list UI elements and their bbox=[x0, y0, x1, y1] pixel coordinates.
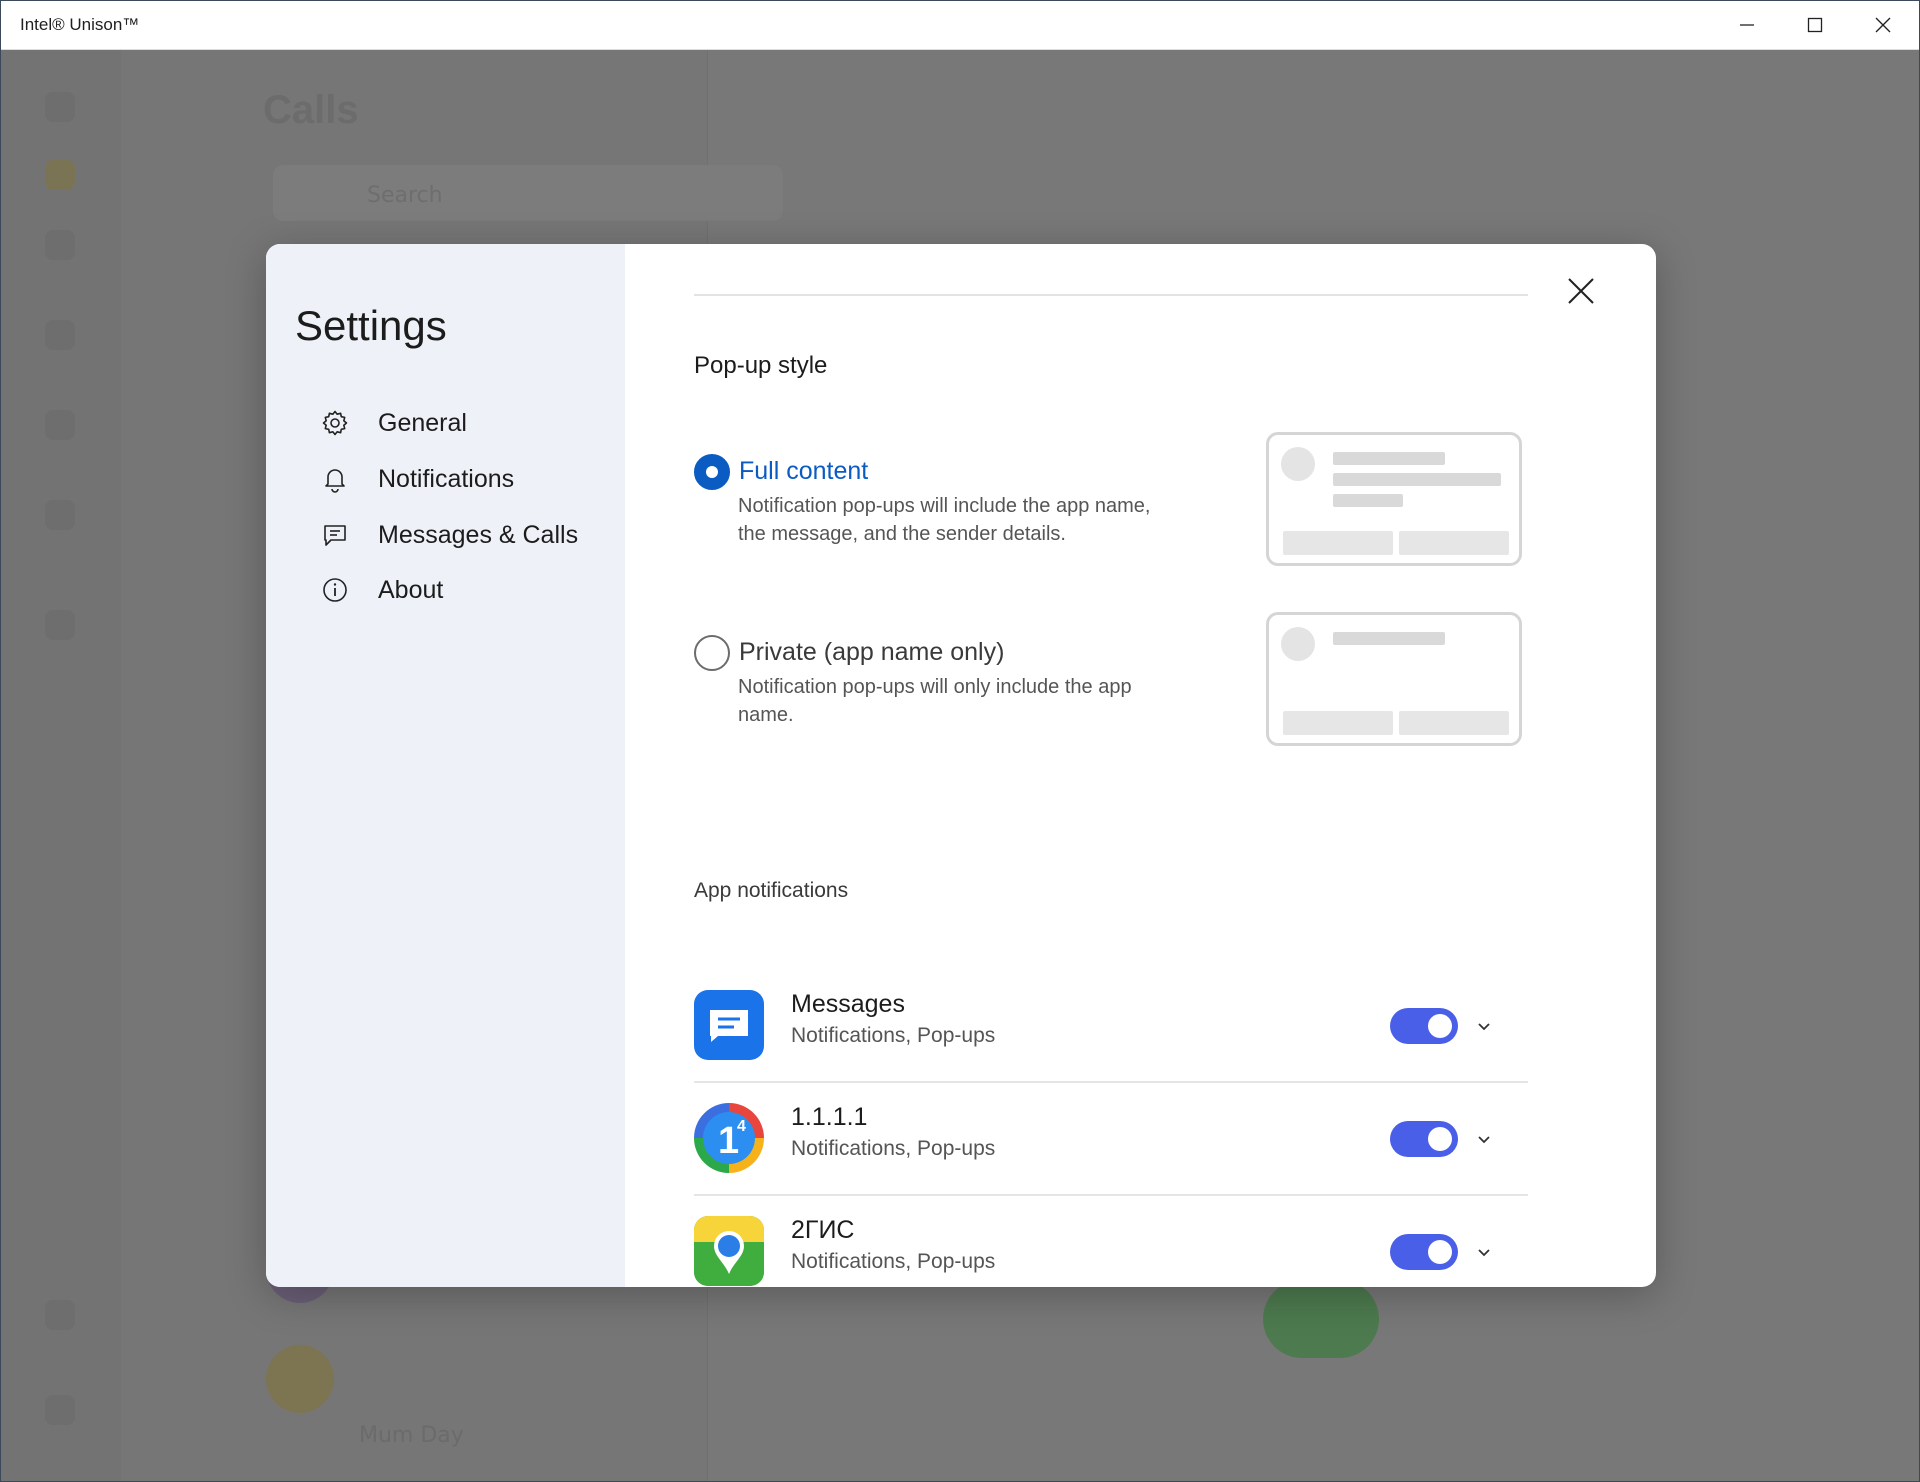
maximize-button[interactable] bbox=[1781, 1, 1849, 49]
nav-icon bbox=[45, 1395, 75, 1425]
option-desc-full-content: Notification pop-ups will include the ap… bbox=[738, 495, 1151, 545]
maximize-icon bbox=[1807, 17, 1823, 33]
app-status: Notifications, Pop-ups bbox=[791, 1250, 996, 1273]
settings-sidebar: Settings General Notifications Messages … bbox=[266, 244, 625, 1287]
avatar bbox=[266, 1345, 334, 1413]
svg-text:4: 4 bbox=[737, 1118, 746, 1135]
toggle-knob bbox=[1428, 1240, 1452, 1264]
window-title: Intel® Unison™ bbox=[20, 15, 140, 34]
toggle-knob bbox=[1428, 1127, 1452, 1151]
page-title: Calls bbox=[263, 88, 359, 132]
call-button bbox=[1263, 1280, 1379, 1358]
messages-app-icon bbox=[694, 990, 764, 1060]
nav-item-notifications[interactable]: Notifications bbox=[321, 455, 514, 503]
app-status: Notifications, Pop-ups bbox=[791, 1137, 996, 1160]
message-icon bbox=[321, 521, 349, 549]
window-close-button[interactable] bbox=[1849, 1, 1917, 49]
nav-icon bbox=[45, 320, 75, 350]
expand-button[interactable] bbox=[1470, 1238, 1498, 1266]
option-title-full-content: Full content bbox=[739, 457, 869, 485]
preview-avatar bbox=[1281, 627, 1315, 661]
nav-item-label: General bbox=[378, 408, 467, 437]
nav-rail bbox=[1, 50, 121, 1481]
app-name: Messages bbox=[791, 990, 905, 1018]
radio-private[interactable] bbox=[694, 635, 730, 671]
settings-icon bbox=[45, 1300, 75, 1330]
nav-item-label: Messages & Calls bbox=[378, 520, 579, 549]
preview-button bbox=[1283, 531, 1393, 555]
2gis-toggle[interactable] bbox=[1390, 1234, 1458, 1270]
messages-toggle[interactable] bbox=[1390, 1008, 1458, 1044]
app-notifications-heading: App notifications bbox=[694, 879, 849, 902]
nav-item-messages-calls[interactable]: Messages & Calls bbox=[321, 511, 578, 559]
close-icon bbox=[1568, 278, 1594, 304]
divider bbox=[694, 294, 1528, 296]
preview-button bbox=[1283, 711, 1393, 735]
contact-name: Mum Day bbox=[359, 1423, 464, 1448]
chevron-down-icon bbox=[1478, 1249, 1490, 1257]
nav-icon bbox=[45, 230, 75, 260]
app-name: 2ГИС bbox=[791, 1216, 855, 1244]
chevron-down-icon bbox=[1478, 1023, 1490, 1031]
minimize-button[interactable] bbox=[1713, 1, 1781, 49]
preview-full-content bbox=[1266, 432, 1522, 566]
preview-button bbox=[1399, 531, 1509, 555]
preview-button bbox=[1399, 711, 1509, 735]
preview-line bbox=[1333, 494, 1403, 507]
app-row-2gis[interactable]: 2ГИС Notifications, Pop-ups bbox=[694, 1194, 1528, 1287]
dialog-close-button[interactable] bbox=[1559, 269, 1603, 313]
preview-line bbox=[1333, 473, 1501, 486]
1111-toggle[interactable] bbox=[1390, 1121, 1458, 1157]
nav-item-general[interactable]: General bbox=[321, 399, 467, 447]
1111-app-icon: 1 4 bbox=[694, 1103, 764, 1173]
nav-item-about[interactable]: About bbox=[321, 566, 443, 614]
preview-line bbox=[1333, 632, 1445, 645]
nav-icon bbox=[45, 410, 75, 440]
2gis-app-icon bbox=[694, 1216, 764, 1286]
nav-item-label: About bbox=[378, 575, 444, 604]
bell-icon bbox=[321, 465, 349, 493]
option-desc-private: Notification pop-ups will only include t… bbox=[738, 676, 1132, 726]
preview-private bbox=[1266, 612, 1522, 746]
settings-dialog: Settings General Notifications Messages … bbox=[266, 244, 1656, 1287]
minimize-icon bbox=[1740, 24, 1754, 26]
svg-text:1: 1 bbox=[718, 1120, 739, 1162]
toggle-knob bbox=[1428, 1014, 1452, 1038]
nav-icon bbox=[45, 610, 75, 640]
gear-icon bbox=[321, 409, 349, 437]
app-status: Notifications, Pop-ups bbox=[791, 1024, 996, 1047]
settings-title: Settings bbox=[295, 302, 447, 349]
app-row-messages[interactable]: Messages Notifications, Pop-ups bbox=[694, 968, 1528, 1083]
expand-button[interactable] bbox=[1470, 1012, 1498, 1040]
search-placeholder: Search bbox=[367, 183, 443, 208]
nav-item-label: Notifications bbox=[378, 464, 515, 493]
expand-button[interactable] bbox=[1470, 1125, 1498, 1153]
radio-full-content[interactable] bbox=[694, 454, 730, 490]
app-row-1111[interactable]: 1 4 1.1.1.1 Notifications, Pop-ups bbox=[694, 1081, 1528, 1196]
search-input: Search bbox=[273, 165, 783, 221]
nav-icon bbox=[45, 500, 75, 530]
app-name: 1.1.1.1 bbox=[791, 1103, 868, 1131]
popup-style-heading: Pop-up style bbox=[694, 352, 828, 379]
chevron-down-icon bbox=[1478, 1136, 1490, 1144]
close-icon bbox=[1875, 17, 1891, 33]
preview-avatar bbox=[1281, 447, 1315, 481]
preview-line bbox=[1333, 452, 1445, 465]
option-title-private: Private (app name only) bbox=[739, 638, 1005, 666]
title-bar: Intel® Unison™ bbox=[1, 1, 1919, 50]
menu-icon bbox=[45, 92, 75, 122]
star-icon bbox=[45, 160, 75, 190]
info-icon bbox=[321, 576, 349, 604]
app-window: Intel® Unison™ Calls Search Mum Day Sett… bbox=[0, 0, 1920, 1482]
